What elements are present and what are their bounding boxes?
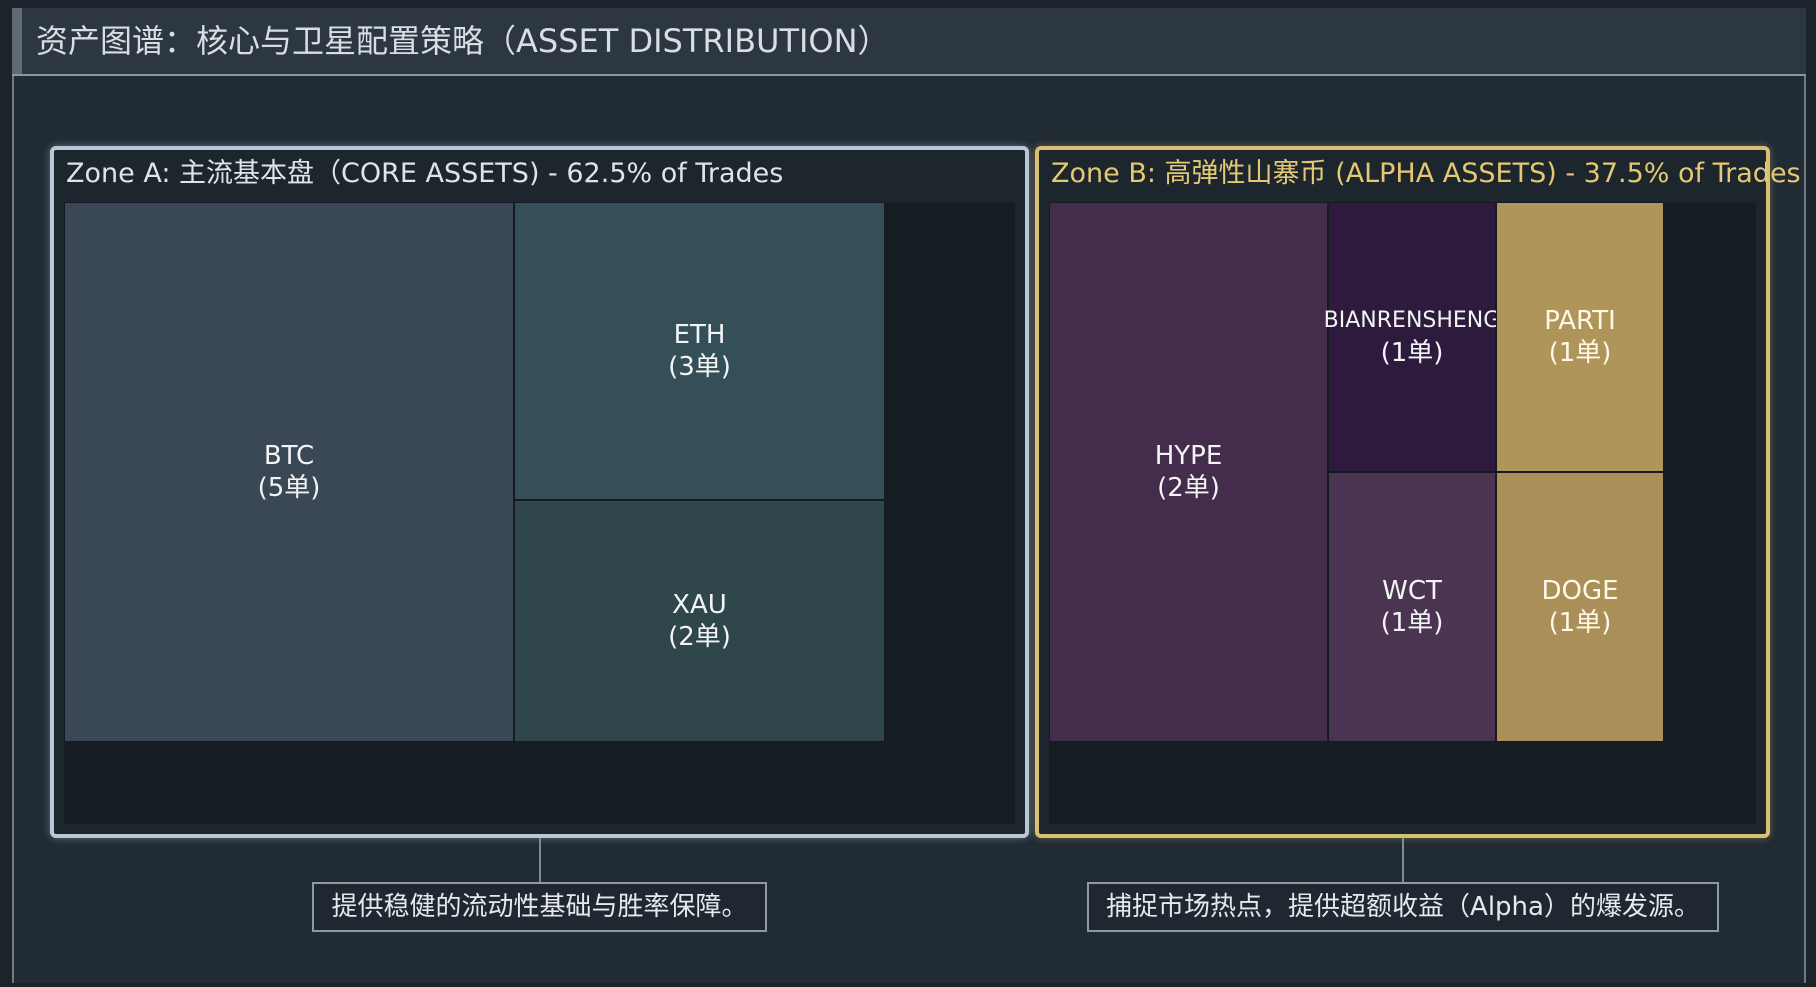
- treemap-cell-xau[interactable]: XAU (2单): [514, 500, 885, 742]
- cell-count-xau: (2单): [668, 622, 731, 652]
- cell-label-doge: DOGE: [1541, 576, 1619, 606]
- title-accent-bar: [12, 8, 22, 74]
- cell-label-parti: PARTI: [1544, 306, 1616, 336]
- title-bar: 资产图谱：核心与卫星配置策略（ASSET DISTRIBUTION）: [12, 8, 1806, 76]
- zone-a-connector: [539, 838, 541, 882]
- cell-label-wct: WCT: [1382, 576, 1442, 606]
- treemap-cell-bianrensheng[interactable]: BIANRENSHENG (1单): [1324, 202, 1500, 472]
- zone-a-panel: Zone A: 主流基本盘（CORE ASSETS) - 62.5% of Tr…: [50, 146, 1029, 838]
- cell-count-bianrensheng: (1单): [1380, 338, 1444, 368]
- cell-count-hype: (2单): [1157, 473, 1220, 503]
- cell-label-hype: HYPE: [1154, 441, 1223, 471]
- cell-count-btc: (5单): [257, 473, 321, 503]
- cell-label-eth: ETH: [673, 320, 726, 350]
- cell-label-btc: BTC: [263, 441, 315, 471]
- zone-b-note: 捕捉市场热点，提供超额收益（Alpha）的爆发源。: [1087, 882, 1719, 932]
- cell-label-xau: XAU: [672, 590, 727, 620]
- page-title: 资产图谱：核心与卫星配置策略（ASSET DISTRIBUTION）: [36, 22, 890, 60]
- cell-count-wct: (1单): [1380, 608, 1444, 638]
- zone-a-note: 提供稳健的流动性基础与胜率保障。: [312, 882, 767, 932]
- cell-count-eth: (3单): [668, 352, 731, 382]
- zone-b-panel: Zone B: 高弹性山寨币 (ALPHA ASSETS) - 37.5% of…: [1035, 146, 1801, 838]
- zone-b-title: Zone B: 高弹性山寨币 (ALPHA ASSETS) - 37.5% of…: [1051, 158, 1801, 189]
- treemap-cell-btc[interactable]: BTC (5单): [64, 202, 514, 742]
- zone-a-title: Zone A: 主流基本盘（CORE ASSETS) - 62.5% of Tr…: [66, 158, 784, 189]
- treemap-cell-doge[interactable]: DOGE (1单): [1496, 472, 1664, 742]
- cell-count-doge: (1单): [1548, 608, 1612, 638]
- treemap-cell-hype[interactable]: HYPE (2单): [1049, 202, 1328, 742]
- cell-label-bianrensheng: BIANRENSHENG: [1323, 308, 1501, 333]
- cell-count-parti: (1单): [1548, 338, 1612, 368]
- treemap-cell-parti[interactable]: PARTI (1单): [1496, 202, 1664, 472]
- treemap-cell-wct[interactable]: WCT (1单): [1328, 472, 1496, 742]
- zone-a-treemap: BTC (5单) ETH (3单) XAU (2单): [64, 202, 1015, 824]
- zone-b-connector: [1402, 838, 1404, 882]
- zone-b-treemap: HYPE (2单) BIANRENSHENG (1单) PARTI (1单) W…: [1049, 202, 1756, 824]
- treemap-cell-eth[interactable]: ETH (3单): [514, 202, 885, 500]
